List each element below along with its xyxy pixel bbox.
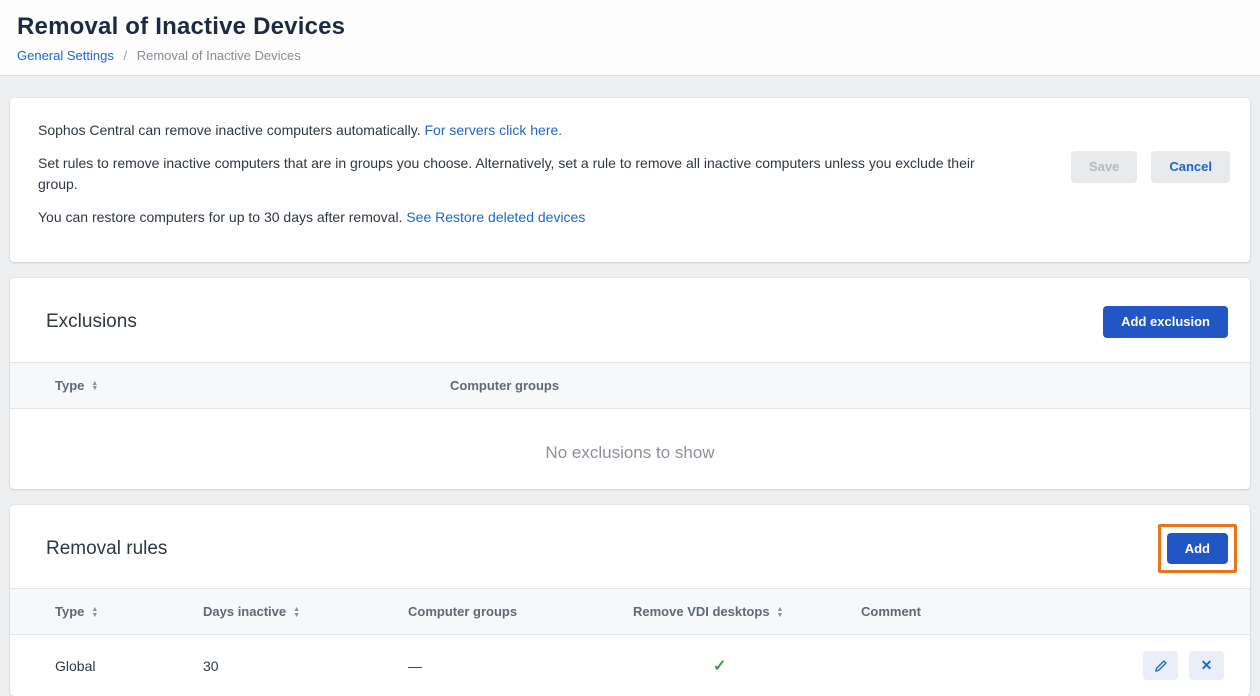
rules-column-comment: Comment (861, 589, 1250, 635)
sort-icon (777, 607, 784, 618)
rules-column-days-inactive[interactable]: Days inactive (203, 589, 408, 635)
form-action-buttons: Save Cancel (1071, 151, 1230, 183)
add-exclusion-button[interactable]: Add exclusion (1103, 306, 1228, 338)
edit-icon (1154, 659, 1168, 673)
delete-rule-button[interactable]: ✕ (1189, 651, 1224, 680)
close-icon: ✕ (1201, 657, 1213, 674)
table-row: Global 30 — ✓ ✕ (10, 635, 1250, 696)
rule-remove-vdi-cell: ✓ (633, 635, 861, 696)
intro-line-2: Set rules to remove inactive computers t… (38, 153, 990, 194)
rule-computer-groups-cell: — (408, 635, 633, 696)
rules-column-remove-vdi[interactable]: Remove VDI desktops (633, 589, 861, 635)
add-rule-button[interactable]: Add (1167, 533, 1228, 565)
page-content: Sophos Central can remove inactive compu… (0, 98, 1260, 696)
exclusions-table: Type Computer groups (10, 362, 1250, 409)
cancel-button[interactable]: Cancel (1151, 151, 1230, 183)
exclusions-card: Exclusions Add exclusion Type Computer g… (10, 278, 1250, 489)
page-title: Removal of Inactive Devices (17, 13, 1243, 41)
page-header: Removal of Inactive Devices General Sett… (0, 0, 1260, 76)
check-icon: ✓ (713, 658, 726, 675)
exclusions-header: Exclusions Add exclusion (10, 278, 1250, 362)
intro-line-2-text: Set rules to remove inactive computers t… (38, 153, 990, 194)
sort-icon (293, 607, 300, 618)
save-button[interactable]: Save (1071, 151, 1137, 183)
edit-rule-button[interactable] (1143, 651, 1178, 680)
rule-type-cell: Global (10, 635, 203, 696)
exclusions-column-computer-groups: Computer groups (450, 362, 1250, 408)
sort-icon (91, 607, 98, 618)
rule-actions-cell: ✕ (861, 635, 1250, 696)
intro-line-1: Sophos Central can remove inactive compu… (38, 120, 990, 140)
sort-icon (91, 381, 98, 392)
removal-rules-card: Removal rules Add Type Days inactive Com… (10, 505, 1250, 696)
breadcrumb: General Settings / Removal of Inactive D… (17, 48, 1243, 63)
intro-line-3: You can restore computers for up to 30 d… (38, 207, 990, 227)
removal-rules-header: Removal rules Add (10, 505, 1250, 589)
rule-days-inactive-cell: 30 (203, 635, 408, 696)
breadcrumb-current: Removal of Inactive Devices (137, 48, 301, 63)
exclusions-empty-state: No exclusions to show (10, 409, 1250, 489)
removal-rules-table-header-row: Type Days inactive Computer groups Remov… (10, 589, 1250, 635)
breadcrumb-separator: / (123, 48, 127, 63)
rules-column-type[interactable]: Type (10, 589, 203, 635)
intro-line-1-text: Sophos Central can remove inactive compu… (38, 122, 421, 138)
restore-deleted-devices-link[interactable]: See Restore deleted devices (406, 209, 585, 225)
exclusions-table-header-row: Type Computer groups (10, 362, 1250, 408)
intro-line-3-text: You can restore computers for up to 30 d… (38, 209, 402, 225)
intro-card: Sophos Central can remove inactive compu… (10, 98, 1250, 262)
exclusions-title: Exclusions (46, 311, 137, 333)
servers-link[interactable]: For servers click here. (424, 122, 562, 138)
removal-rules-title: Removal rules (46, 538, 167, 560)
breadcrumb-link-general-settings[interactable]: General Settings (17, 48, 114, 63)
removal-rules-table: Type Days inactive Computer groups Remov… (10, 588, 1250, 696)
rules-column-computer-groups: Computer groups (408, 589, 633, 635)
exclusions-column-type[interactable]: Type (10, 362, 450, 408)
